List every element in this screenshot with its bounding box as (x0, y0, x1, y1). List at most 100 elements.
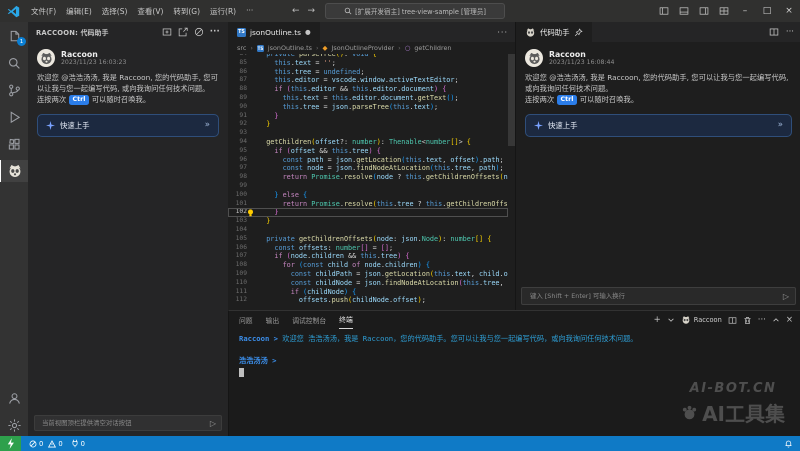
sidebar-chat-inputbox[interactable]: ▷ (34, 415, 222, 431)
code-line[interactable]: 101 return Promise.resolve(this.tree ? t… (228, 200, 508, 209)
breadcrumb-method[interactable]: getChildren (414, 44, 451, 52)
breadcrumb-class[interactable]: JsonOutlineProvider (332, 44, 395, 52)
toggle-sidebar-icon[interactable] (654, 6, 674, 16)
editor-scrollbar[interactable] (508, 54, 515, 310)
menu-more[interactable]: ··· (241, 6, 258, 17)
code-editor[interactable]: 84 private parseTree(): void {85 this.te… (228, 54, 508, 310)
new-terminal-icon[interactable]: + (654, 315, 661, 325)
menu-edit[interactable]: 编辑(E) (61, 6, 97, 17)
tab-code-assistant[interactable]: 代码助手 (516, 22, 592, 42)
code-line[interactable]: 99 (228, 182, 508, 191)
code-line[interactable]: 94 getChildren(offset?: number): Thenabl… (228, 138, 508, 147)
close-panel-icon[interactable]: × (786, 315, 793, 325)
tab-debug-console[interactable]: 调试控制台 (292, 311, 326, 328)
lightbulb-icon[interactable] (247, 209, 254, 217)
share-icon[interactable] (178, 27, 188, 37)
new-chat-icon[interactable] (162, 27, 172, 37)
breadcrumb-src[interactable]: src (237, 44, 246, 52)
code-line[interactable]: 90 this.tree = json.parseTree(this.text)… (228, 103, 508, 112)
code-line[interactable]: 95 if (offset && this.tree) { (228, 147, 508, 156)
terminal-profile[interactable]: Raccoon (681, 315, 722, 325)
more-actions-icon[interactable]: ··· (210, 27, 220, 37)
code-line[interactable]: 107 if (node.children && this.tree) { (228, 252, 508, 261)
code-line[interactable]: 106 const offsets: number[] = []; (228, 244, 508, 253)
code-line[interactable]: 100 } else { (228, 191, 508, 200)
code-line[interactable]: 92 } (228, 120, 508, 129)
code-line[interactable]: 103 } (228, 217, 508, 226)
tab-output[interactable]: 输出 (266, 311, 280, 328)
code-line[interactable]: 112 offsets.push(childNode.offset); (228, 296, 508, 305)
code-line[interactable]: 86 this.tree = undefined; (228, 68, 508, 77)
accounts-icon[interactable] (0, 387, 28, 409)
panel-more-actions-icon[interactable]: ··· (786, 27, 794, 37)
tab-problems[interactable]: 问题 (239, 311, 253, 328)
code-line[interactable]: 91 } (228, 112, 508, 121)
scrollbar-thumb[interactable] (508, 54, 515, 146)
send-icon[interactable]: ▷ (783, 292, 789, 301)
maximize-button[interactable]: □ (756, 0, 778, 22)
editor-group: TS jsonOutline.ts ● ··· src › TS jsonOut… (228, 22, 515, 310)
assistant-chat-inputbox[interactable]: ▷ (521, 287, 796, 305)
menu-view[interactable]: 查看(V) (132, 6, 168, 17)
code-line[interactable]: 110 const childNode = json.findNodeAtLoc… (228, 279, 508, 288)
send-icon[interactable]: ▷ (210, 419, 216, 428)
maximize-panel-icon[interactable] (772, 316, 780, 324)
code-line[interactable]: 104 (228, 226, 508, 235)
menu-run[interactable]: 运行(R) (205, 6, 241, 17)
forward-arrow-icon[interactable]: → (308, 6, 316, 16)
code-line[interactable]: 85 this.text = ''; (228, 59, 508, 68)
code-line[interactable]: 89 this.text = this.editor.document.getT… (228, 94, 508, 103)
clear-chat-icon[interactable] (194, 27, 204, 37)
customize-layout-icon[interactable] (714, 6, 734, 16)
assistant-chat-input[interactable] (528, 291, 783, 301)
editor-more-actions-icon[interactable]: ··· (497, 28, 515, 37)
command-center-search[interactable]: [扩展开发宿主] tree-view-sample [管理员] (325, 3, 505, 19)
split-editor-icon[interactable] (769, 27, 779, 37)
manage-gear-icon[interactable] (0, 414, 28, 436)
code-line[interactable]: 111 if (childNode) { (228, 288, 508, 297)
source-control-icon[interactable] (0, 79, 28, 101)
notifications-bell-icon[interactable] (784, 439, 793, 448)
raccoon-extension-icon[interactable] (0, 160, 29, 182)
terminal-output[interactable]: Raccoon > 欢迎您 浩浩汤汤，我是 Raccoon，您的代码助手。您可以… (229, 328, 800, 382)
explorer-icon[interactable]: 1 (0, 25, 28, 47)
code-line[interactable]: 108 for (const child of node.children) { (228, 261, 508, 270)
quickstart-button[interactable]: 快速上手 » (525, 114, 792, 137)
menu-selection[interactable]: 选择(S) (97, 6, 133, 17)
pin-icon[interactable] (574, 28, 583, 37)
code-line[interactable]: 97 const node = json.findNodeAtLocation(… (228, 164, 508, 173)
modified-dot-icon[interactable]: ● (305, 28, 311, 36)
minimize-button[interactable]: – (734, 0, 756, 22)
menu-file[interactable]: 文件(F) (26, 6, 61, 17)
sidebar-chat-input[interactable] (40, 418, 210, 428)
menu-goto[interactable]: 转到(G) (168, 6, 205, 17)
toggle-secondary-sidebar-icon[interactable] (694, 6, 714, 16)
code-line[interactable]: 96 const path = json.getLocation(this.te… (228, 156, 508, 165)
back-arrow-icon[interactable]: ← (292, 6, 300, 16)
extensions-icon[interactable] (0, 133, 28, 155)
ports-status[interactable]: 0 (71, 439, 85, 448)
tab-jsonoutline[interactable]: TS jsonOutline.ts ● (228, 22, 320, 42)
code-line[interactable]: 87 this.editor = vscode.window.activeTex… (228, 76, 508, 85)
panel-more-actions-icon[interactable]: ··· (758, 315, 766, 325)
code-line[interactable]: 105 private getChildrenOffsets(node: jso… (228, 235, 508, 244)
toggle-panel-icon[interactable] (674, 6, 694, 16)
code-line[interactable]: 109 const childPath = json.getLocation(t… (228, 270, 508, 279)
chevron-right-icon: » (205, 120, 210, 131)
code-line[interactable]: 102 } (228, 208, 508, 217)
terminal-dropdown-icon[interactable] (667, 316, 675, 324)
tab-terminal[interactable]: 终端 (339, 311, 353, 329)
code-line[interactable]: 88 if (this.editor && this.editor.docume… (228, 85, 508, 94)
search-sidebar-icon[interactable] (0, 52, 28, 74)
kill-terminal-trash-icon[interactable] (743, 316, 752, 325)
problems-status[interactable]: 0 0 (29, 440, 63, 448)
breadcrumb-file[interactable]: jsonOutline.ts (268, 44, 312, 52)
remote-indicator[interactable] (0, 436, 21, 451)
split-terminal-icon[interactable] (728, 316, 737, 325)
code-line[interactable]: 93 (228, 129, 508, 138)
ctrl-keycap: Ctrl (69, 95, 90, 105)
code-line[interactable]: 98 return Promise.resolve(node ? this.ge… (228, 173, 508, 182)
run-debug-icon[interactable] (0, 106, 28, 128)
close-button[interactable]: × (778, 0, 800, 22)
quickstart-button[interactable]: 快速上手 » (37, 114, 219, 137)
